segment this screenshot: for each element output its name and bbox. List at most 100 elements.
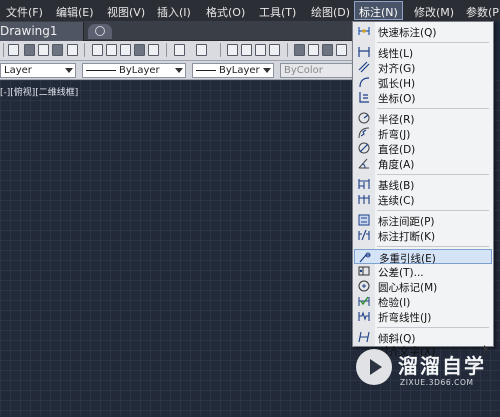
menu-item-multileader[interactable]: 多重引线(E): [354, 249, 492, 265]
chevron-down-icon: [65, 68, 73, 73]
menu-item-dimension-break[interactable]: 标注打断(K): [354, 228, 492, 243]
lineweight-value: ByLayer: [219, 65, 260, 76]
menu-item-tolerance[interactable]: 公差(T)...: [354, 264, 492, 279]
menu-format[interactable]: 格式(O): [206, 4, 245, 20]
menu-separator: [377, 42, 489, 43]
zoom-previous-icon[interactable]: [269, 44, 280, 56]
toolbar-separator: [287, 43, 288, 57]
menu-separator: [377, 210, 489, 211]
oblique-icon: [358, 331, 370, 343]
tolerance-icon: [358, 266, 370, 276]
baseline-icon: [358, 179, 370, 189]
linear-icon: [358, 47, 370, 57]
menu-draw[interactable]: 绘图(D): [311, 4, 350, 20]
menu-item-jogged-linear[interactable]: 折弯线性(J): [354, 309, 492, 324]
linetype-value: ByLayer: [119, 65, 160, 76]
chevron-down-icon: [175, 68, 183, 73]
dimension-break-icon: [358, 229, 370, 241]
redo-icon[interactable]: [196, 44, 207, 56]
menu-item-oblique[interactable]: 倾斜(Q): [354, 330, 492, 345]
toolbar-separator: [166, 43, 167, 57]
menu-item-linear[interactable]: 线性(L): [354, 45, 492, 60]
radius-icon: [358, 112, 370, 124]
print-icon[interactable]: [52, 44, 63, 56]
menu-file[interactable]: 文件(F): [6, 4, 43, 20]
properties-toolbar: Layer ByLayer ByLayer ByColor: [0, 61, 355, 80]
open-folder-icon[interactable]: [24, 44, 35, 56]
dimension-menu: 快速标注(Q) 线性(L) 对齐(G) 弧长(H) 坐标(O) 半径(R) 折弯…: [352, 21, 494, 358]
menu-item-ordinate[interactable]: 坐标(O): [354, 90, 492, 105]
play-logo-icon: [356, 349, 392, 385]
sheet-set-icon[interactable]: [336, 44, 347, 56]
menu-item-jogged[interactable]: 折弯(J): [354, 126, 492, 141]
plot-preview-icon[interactable]: [67, 44, 78, 56]
viewport-label[interactable]: [-][俯视][二维线框]: [0, 85, 78, 98]
dimension-space-icon: [358, 214, 370, 226]
jogged-linear-icon: [358, 311, 370, 321]
menu-separator: [377, 174, 489, 175]
watermark-title: 溜溜自学: [398, 354, 486, 378]
zoom-window-icon[interactable]: [255, 44, 266, 56]
layer-dropdown[interactable]: Layer: [0, 63, 76, 78]
watermark-subtitle: ZIXUE.3D66.COM: [400, 378, 474, 387]
line-sample-icon: [86, 69, 116, 71]
menu-item-radius[interactable]: 半径(R): [354, 111, 492, 126]
continue-icon: [358, 195, 370, 204]
properties-icon[interactable]: [294, 44, 305, 56]
toolbar-grip: [3, 43, 4, 57]
menu-item-quick-dimension[interactable]: 快速标注(Q): [354, 24, 492, 39]
lineweight-dropdown[interactable]: ByLayer: [192, 63, 274, 78]
new-file-icon[interactable]: [8, 44, 19, 56]
toolbar-separator: [220, 43, 221, 57]
tool-palettes-icon[interactable]: [322, 44, 333, 56]
plot-style-value: ByColor: [284, 65, 323, 76]
menu-dimension[interactable]: 标注(N): [354, 1, 403, 20]
design-center-icon[interactable]: [308, 44, 319, 56]
menu-item-center-mark[interactable]: 圆心标记(M): [354, 279, 492, 294]
undo-icon[interactable]: [174, 44, 185, 56]
menu-view[interactable]: 视图(V): [107, 4, 145, 20]
pan-icon[interactable]: [227, 44, 238, 56]
center-mark-icon: [358, 280, 370, 292]
tab-drawing1[interactable]: Drawing1: [0, 22, 84, 41]
menu-parameter[interactable]: 参数(P): [466, 4, 500, 20]
menu-edit[interactable]: 编辑(E): [56, 4, 94, 20]
cut-icon[interactable]: [92, 44, 103, 56]
watermark: 溜溜自学 ZIXUE.3D66.COM: [356, 348, 500, 398]
menu-insert[interactable]: 插入(I): [157, 4, 191, 20]
match-properties-icon[interactable]: [134, 44, 145, 56]
diameter-icon: [358, 142, 370, 154]
menu-item-baseline[interactable]: 基线(B): [354, 177, 492, 192]
block-editor-icon[interactable]: [148, 44, 159, 56]
zoom-realtime-icon[interactable]: [241, 44, 252, 56]
plot-style-dropdown[interactable]: ByColor: [280, 63, 355, 78]
menu-separator: [377, 108, 489, 109]
multileader-icon: [359, 252, 371, 263]
ordinate-icon: [359, 92, 369, 103]
document-tab-strip: Drawing1: [0, 21, 355, 41]
arc-length-icon: [359, 77, 370, 88]
menu-item-dimension-space[interactable]: 标注间距(P): [354, 213, 492, 228]
menu-item-continue[interactable]: 连续(C): [354, 192, 492, 207]
copy-icon[interactable]: [106, 44, 117, 56]
paste-icon[interactable]: [120, 44, 131, 56]
new-tab-button[interactable]: [88, 24, 112, 39]
menu-item-aligned[interactable]: 对齐(G): [354, 60, 492, 75]
linetype-dropdown[interactable]: ByLayer: [82, 63, 186, 78]
menu-item-align-text[interactable]: 对齐文字(X): [354, 345, 492, 358]
save-icon[interactable]: [38, 44, 49, 56]
toolbar-separator: [84, 43, 85, 57]
aligned-icon: [358, 61, 370, 73]
chevron-down-icon: [263, 68, 271, 73]
plus-icon: [95, 26, 105, 36]
standard-toolbar: [0, 41, 355, 61]
menu-item-angular[interactable]: 角度(A): [354, 156, 492, 171]
menu-modify[interactable]: 修改(M): [414, 4, 454, 20]
inspection-icon: [358, 296, 370, 306]
tab-label: Drawing1: [0, 24, 58, 38]
jogged-icon: [358, 127, 370, 139]
menu-item-inspection[interactable]: 检验(I): [354, 294, 492, 309]
menu-item-diameter[interactable]: 直径(D): [354, 141, 492, 156]
menu-tools[interactable]: 工具(T): [259, 4, 296, 20]
menu-item-arc-length[interactable]: 弧长(H): [354, 75, 492, 90]
